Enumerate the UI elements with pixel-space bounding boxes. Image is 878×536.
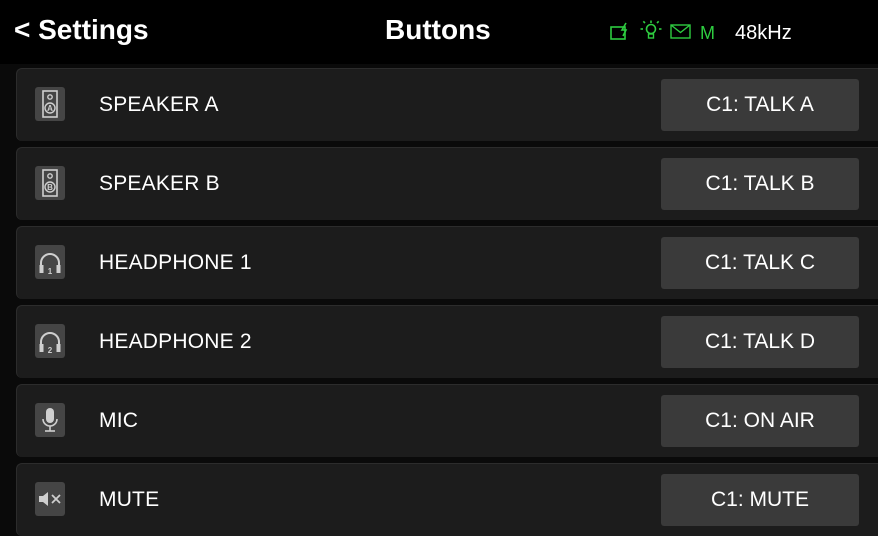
- mic-icon: [35, 403, 65, 437]
- row-label: SPEAKER B: [99, 172, 220, 195]
- list-item: B SPEAKER B C1: TALK B: [16, 147, 878, 220]
- svg-text:2: 2: [48, 346, 53, 355]
- svg-text:A: A: [47, 104, 53, 113]
- assignment-button[interactable]: C1: MUTE: [661, 474, 859, 526]
- headphone-2-icon: 2: [35, 324, 65, 358]
- status-area: M 48kHz: [610, 20, 792, 46]
- svg-text:1: 1: [48, 267, 53, 276]
- row-label: HEADPHONE 2: [99, 330, 252, 353]
- row-label: MUTE: [99, 488, 160, 511]
- sample-rate: 48kHz: [735, 21, 792, 44]
- page-title: Buttons: [385, 14, 491, 45]
- assignment-button[interactable]: C1: TALK D: [661, 316, 859, 368]
- battery-charging-icon: [610, 21, 632, 46]
- assignment-button[interactable]: C1: TALK A: [661, 79, 859, 131]
- speaker-b-icon: B: [35, 166, 65, 200]
- mail-icon: [670, 23, 692, 44]
- row-label: HEADPHONE 1: [99, 251, 252, 274]
- speaker-a-icon: A: [35, 87, 65, 121]
- mute-icon: [35, 482, 65, 516]
- list-item: 2 HEADPHONE 2 C1: TALK D: [16, 305, 878, 378]
- row-label: SPEAKER A: [99, 93, 219, 116]
- light-bulb-icon: [640, 20, 662, 47]
- assignment-button[interactable]: C1: ON AIR: [661, 395, 859, 447]
- headphone-1-icon: 1: [35, 245, 65, 279]
- list-item: MIC C1: ON AIR: [16, 384, 878, 457]
- list-item: MUTE C1: MUTE: [16, 463, 878, 536]
- row-label: MIC: [99, 409, 139, 432]
- list-item: 1 HEADPHONE 1 C1: TALK C: [16, 226, 878, 299]
- assignment-button[interactable]: C1: TALK C: [661, 237, 859, 289]
- list-item: A SPEAKER A C1: TALK A: [16, 68, 878, 141]
- header-bar: < Settings Buttons M 48kHz: [0, 0, 878, 64]
- svg-text:B: B: [47, 183, 53, 192]
- mode-indicator: M: [700, 22, 715, 43]
- assignment-button[interactable]: C1: TALK B: [661, 158, 859, 210]
- back-button[interactable]: < Settings: [14, 14, 149, 46]
